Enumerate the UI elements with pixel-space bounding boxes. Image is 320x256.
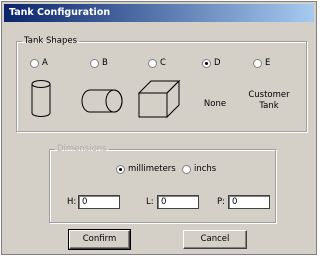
unit-radio-millimeters[interactable]: millimeters	[116, 164, 176, 174]
unit-radio-inches[interactable]: inchs	[182, 164, 216, 174]
shape-radio-a[interactable]: A	[30, 58, 48, 68]
dimensions-group: Dimensions millimeters inchs H: 0 L: 0 P…	[49, 144, 276, 223]
depth-label: P:	[217, 197, 225, 207]
capsule-icon[interactable]	[80, 88, 124, 114]
tank-configuration-dialog: Tank Configuration Tank Shapes A B C D E	[1, 1, 317, 255]
height-field[interactable]: 0	[78, 195, 120, 209]
length-label: L:	[146, 197, 154, 207]
radio-indicator	[90, 58, 99, 68]
shape-label-b: B	[102, 58, 108, 68]
radio-indicator	[202, 58, 211, 68]
radio-indicator	[148, 58, 157, 68]
shape-label-a: A	[42, 58, 48, 68]
tank-shapes-legend: Tank Shapes	[24, 36, 78, 46]
caption-none: None	[203, 99, 227, 109]
caption-tank: Tank	[259, 101, 279, 111]
cylinder-icon[interactable]	[30, 79, 52, 119]
cancel-button[interactable]: Cancel	[183, 230, 247, 249]
unit-label-millimeters: millimeters	[128, 164, 176, 174]
tank-shapes-group: Tank Shapes A B C D E None Customer Tank	[16, 36, 307, 132]
radio-indicator	[116, 164, 125, 174]
confirm-button[interactable]: Confirm	[68, 229, 131, 250]
dimensions-legend: Dimensions	[57, 144, 107, 154]
shape-label-c: C	[160, 58, 166, 68]
shape-label-d: D	[214, 58, 221, 68]
shape-radio-b[interactable]: B	[90, 58, 108, 68]
box-icon[interactable]	[137, 79, 181, 119]
height-label: H:	[67, 197, 77, 207]
caption-customer-tank: Customer Tank	[243, 90, 295, 112]
shape-radio-c[interactable]: C	[148, 58, 166, 68]
shape-radio-e[interactable]: E	[253, 58, 270, 68]
caption-customer: Customer	[248, 90, 290, 100]
shape-radio-d[interactable]: D	[202, 58, 221, 68]
length-field[interactable]: 0	[157, 195, 199, 209]
radio-indicator	[253, 58, 262, 68]
radio-indicator	[30, 58, 39, 68]
window-title: Tank Configuration	[9, 7, 111, 18]
depth-field[interactable]: 0	[228, 195, 270, 209]
shape-label-e: E	[265, 58, 271, 68]
title-bar[interactable]: Tank Configuration	[4, 4, 314, 22]
radio-indicator	[182, 164, 191, 174]
unit-label-inches: inchs	[194, 164, 217, 174]
